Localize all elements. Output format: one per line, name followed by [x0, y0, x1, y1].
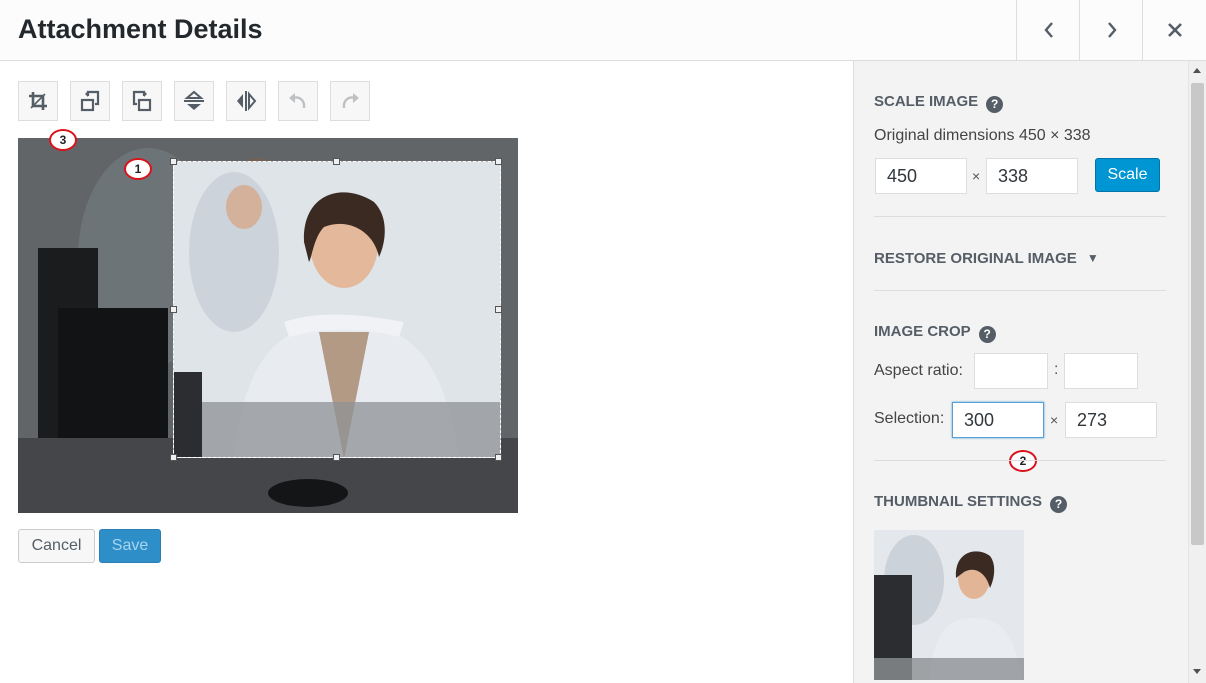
- redo-button[interactable]: [330, 81, 370, 121]
- divider: [874, 290, 1166, 291]
- chevron-left-icon: [1043, 22, 1053, 38]
- rotate-left-button[interactable]: [70, 81, 110, 121]
- aspect-ratio-colon: :: [1054, 361, 1059, 378]
- aspect-ratio-height-input[interactable]: [1064, 353, 1138, 389]
- scale-help-icon[interactable]: ?: [986, 95, 1004, 113]
- thumbnail-illustration: [874, 530, 1024, 680]
- crop-handle-sw[interactable]: [170, 454, 177, 461]
- image-editor-canvas[interactable]: [18, 138, 518, 513]
- close-icon: [1168, 23, 1182, 37]
- crop-photo-illustration: [174, 162, 500, 457]
- annotation-badge-2: 2: [1009, 450, 1037, 472]
- scrollbar-thumb[interactable]: [1191, 83, 1204, 545]
- cancel-button[interactable]: Cancel: [18, 529, 95, 563]
- sidebar-scrollbar[interactable]: [1188, 61, 1206, 683]
- selection-height-input[interactable]: 273: [1065, 402, 1157, 438]
- restore-original-title: RESTORE ORIGINAL IMAGE: [874, 250, 1077, 267]
- original-dimensions: Original dimensions 450 × 338: [874, 127, 1091, 144]
- crop-selection[interactable]: [173, 161, 501, 458]
- thumbnail-preview: [874, 530, 1024, 680]
- selection-times-sign: ×: [1050, 412, 1059, 428]
- scroll-down-arrow-icon[interactable]: [1193, 669, 1201, 674]
- thumbnail-settings-title: THUMBNAIL SETTINGS: [874, 493, 1043, 510]
- rotate-right-button[interactable]: [122, 81, 162, 121]
- scale-image-heading: SCALE IMAGE?: [874, 93, 1004, 113]
- aspect-ratio-width-input[interactable]: [974, 353, 1048, 389]
- annotation-badge-3: 3: [49, 129, 77, 151]
- flip-vertical-button[interactable]: [174, 81, 214, 121]
- annotation-badge-1: 1: [124, 158, 152, 180]
- crop-handle-n[interactable]: [333, 158, 340, 165]
- flip-vertical-icon: [184, 90, 204, 110]
- chevron-right-icon: [1107, 22, 1117, 38]
- scale-times-sign: ×: [972, 168, 981, 184]
- previous-button[interactable]: [1016, 0, 1080, 60]
- scroll-up-arrow-icon[interactable]: [1193, 68, 1201, 73]
- next-button[interactable]: [1079, 0, 1143, 60]
- save-button[interactable]: Save: [99, 529, 161, 563]
- crop-help-icon[interactable]: ?: [978, 325, 996, 343]
- rotate-left-icon: [80, 90, 100, 112]
- redo-icon: [342, 93, 359, 109]
- crop-handle-s[interactable]: [333, 454, 340, 461]
- flip-horizontal-icon: [237, 91, 257, 111]
- scale-image-title: SCALE IMAGE: [874, 93, 979, 110]
- selection-width-input[interactable]: 300: [952, 402, 1044, 438]
- undo-icon: [289, 93, 306, 109]
- divider: [874, 216, 1166, 217]
- thumbnail-settings-heading: THUMBNAIL SETTINGS?: [874, 493, 1068, 513]
- crop-handle-ne[interactable]: [495, 158, 502, 165]
- crop-handle-w[interactable]: [170, 306, 177, 313]
- flip-horizontal-button[interactable]: [226, 81, 266, 121]
- thumbnail-help-icon[interactable]: ?: [1050, 495, 1068, 513]
- aspect-ratio-label: Aspect ratio:: [874, 362, 963, 379]
- rotate-right-icon: [132, 90, 152, 112]
- undo-button[interactable]: [278, 81, 318, 121]
- crop-handle-nw[interactable]: [170, 158, 177, 165]
- image-crop-heading: IMAGE CROP?: [874, 323, 996, 343]
- page-title: Attachment Details: [18, 14, 263, 44]
- modal-header: Attachment Details: [0, 0, 1206, 61]
- crop-handle-e[interactable]: [495, 306, 502, 313]
- image-crop-title: IMAGE CROP: [874, 323, 971, 340]
- scale-button[interactable]: Scale: [1095, 158, 1160, 192]
- scale-height-input[interactable]: 338: [986, 158, 1078, 194]
- close-button[interactable]: [1142, 0, 1206, 60]
- divider: [874, 460, 1166, 461]
- crop-icon: [29, 92, 47, 110]
- triangle-down-icon: ▼: [1086, 251, 1099, 265]
- scale-width-input[interactable]: 450: [875, 158, 967, 194]
- crop-button[interactable]: [18, 81, 58, 121]
- selection-label: Selection:: [874, 410, 945, 427]
- restore-original-toggle[interactable]: RESTORE ORIGINAL IMAGE ▼: [874, 250, 1099, 267]
- crop-handle-se[interactable]: [495, 454, 502, 461]
